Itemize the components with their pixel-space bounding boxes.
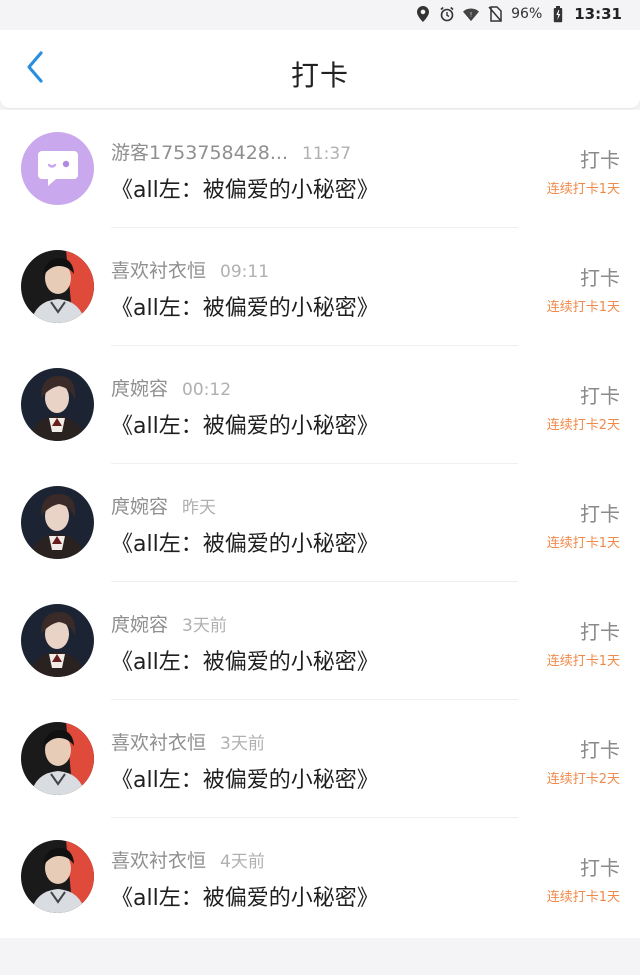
book-title: 《all左：被偏爱的小秘密》 bbox=[111, 768, 379, 793]
avatar[interactable] bbox=[21, 840, 94, 913]
checkin-time: 昨天 bbox=[182, 498, 217, 518]
checkin-label: 打卡 bbox=[580, 502, 620, 526]
list-item[interactable]: 喜欢衬衣恒 4天前 《all左：被偏爱的小秘密》 打卡 连续打卡1天 bbox=[0, 818, 640, 936]
no-sim-icon bbox=[487, 6, 503, 22]
streak-badge: 连续打卡2天 bbox=[546, 418, 620, 433]
checkin-label: 打卡 bbox=[580, 266, 620, 290]
checkin-time: 00:12 bbox=[182, 380, 232, 400]
checkin-time: 11:37 bbox=[302, 144, 352, 164]
streak-badge: 连续打卡2天 bbox=[546, 772, 620, 787]
list-item[interactable]: 庹婉容 00:12 《all左：被偏爱的小秘密》 打卡 连续打卡2天 bbox=[0, 346, 640, 464]
streak-badge: 连续打卡1天 bbox=[546, 536, 620, 551]
user-photo bbox=[21, 486, 94, 559]
user-name[interactable]: 喜欢衬衣恒 4天前 bbox=[111, 846, 265, 873]
user-photo bbox=[21, 722, 94, 795]
checkin-time: 3天前 bbox=[182, 616, 227, 636]
checkin-list: 游客1753758428... 11:37 《all左：被偏爱的小秘密》 打卡 连… bbox=[0, 110, 640, 938]
streak-badge: 连续打卡1天 bbox=[546, 890, 620, 905]
avatar[interactable] bbox=[21, 486, 94, 559]
avatar[interactable] bbox=[21, 722, 94, 795]
avatar[interactable] bbox=[21, 368, 94, 441]
location-icon bbox=[415, 6, 431, 22]
user-name[interactable]: 庹婉容 3天前 bbox=[111, 610, 227, 637]
streak-badge: 连续打卡1天 bbox=[546, 182, 620, 197]
user-photo bbox=[21, 604, 94, 677]
streak-badge: 连续打卡1天 bbox=[546, 654, 620, 669]
book-title: 《all左：被偏爱的小秘密》 bbox=[111, 886, 379, 911]
user-name[interactable]: 游客1753758428... 11:37 bbox=[111, 138, 351, 165]
avatar[interactable] bbox=[21, 132, 94, 205]
user-name-text: 庹婉容 bbox=[111, 378, 169, 400]
user-name[interactable]: 喜欢衬衣恒 3天前 bbox=[111, 728, 265, 755]
user-name-text: 喜欢衬衣恒 bbox=[111, 850, 207, 872]
list-item[interactable]: 游客1753758428... 11:37 《all左：被偏爱的小秘密》 打卡 连… bbox=[0, 110, 640, 228]
user-photo bbox=[21, 368, 94, 441]
book-title: 《all左：被偏爱的小秘密》 bbox=[111, 532, 379, 557]
checkin-label: 打卡 bbox=[580, 856, 620, 880]
svg-text:!: ! bbox=[470, 11, 472, 18]
user-name-text: 游客1753758428... bbox=[111, 142, 289, 164]
list-item[interactable]: 喜欢衬衣恒 3天前 《all左：被偏爱的小秘密》 打卡 连续打卡2天 bbox=[0, 700, 640, 818]
user-name[interactable]: 庹婉容 00:12 bbox=[111, 374, 231, 401]
checkin-time: 3天前 bbox=[220, 734, 265, 754]
book-title: 《all左：被偏爱的小秘密》 bbox=[111, 296, 379, 321]
list-item[interactable]: 喜欢衬衣恒 09:11 《all左：被偏爱的小秘密》 打卡 连续打卡1天 bbox=[0, 228, 640, 346]
streak-badge: 连续打卡1天 bbox=[546, 300, 620, 315]
list-item[interactable]: 庹婉容 3天前 《all左：被偏爱的小秘密》 打卡 连续打卡1天 bbox=[0, 582, 640, 700]
checkin-label: 打卡 bbox=[580, 148, 620, 172]
battery-percent: 96% bbox=[511, 6, 543, 22]
user-name-text: 庹婉容 bbox=[111, 496, 169, 518]
avatar[interactable] bbox=[21, 604, 94, 677]
book-title: 《all左：被偏爱的小秘密》 bbox=[111, 178, 379, 203]
status-icons: ! 96% 13:31 bbox=[415, 4, 622, 24]
status-bar: ! 96% 13:31 bbox=[0, 0, 640, 28]
page-title: 打卡 bbox=[290, 59, 349, 92]
list-item[interactable]: 庹婉容 昨天 《all左：被偏爱的小秘密》 打卡 连续打卡1天 bbox=[0, 464, 640, 582]
checkin-time: 4天前 bbox=[220, 852, 265, 872]
wifi-icon: ! bbox=[463, 6, 480, 22]
checkin-label: 打卡 bbox=[580, 738, 620, 762]
header-bar: 打卡 bbox=[0, 30, 640, 108]
avatar[interactable] bbox=[21, 250, 94, 323]
guest-chat-icon bbox=[37, 150, 78, 186]
bottom-spacer bbox=[0, 938, 640, 975]
book-title: 《all左：被偏爱的小秘密》 bbox=[111, 414, 379, 439]
battery-icon bbox=[550, 5, 566, 22]
user-name-text: 喜欢衬衣恒 bbox=[111, 260, 207, 282]
checkin-time: 09:11 bbox=[220, 262, 270, 282]
checkin-label: 打卡 bbox=[580, 384, 620, 408]
checkin-label: 打卡 bbox=[580, 620, 620, 644]
user-name-text: 喜欢衬衣恒 bbox=[111, 732, 207, 754]
user-photo bbox=[21, 250, 94, 323]
user-name[interactable]: 庹婉容 昨天 bbox=[111, 492, 216, 519]
book-title: 《all左：被偏爱的小秘密》 bbox=[111, 650, 379, 675]
alarm-icon bbox=[439, 6, 455, 22]
user-name-text: 庹婉容 bbox=[111, 614, 169, 636]
clock: 13:31 bbox=[574, 5, 622, 23]
user-name[interactable]: 喜欢衬衣恒 09:11 bbox=[111, 256, 269, 283]
user-photo bbox=[21, 840, 94, 913]
